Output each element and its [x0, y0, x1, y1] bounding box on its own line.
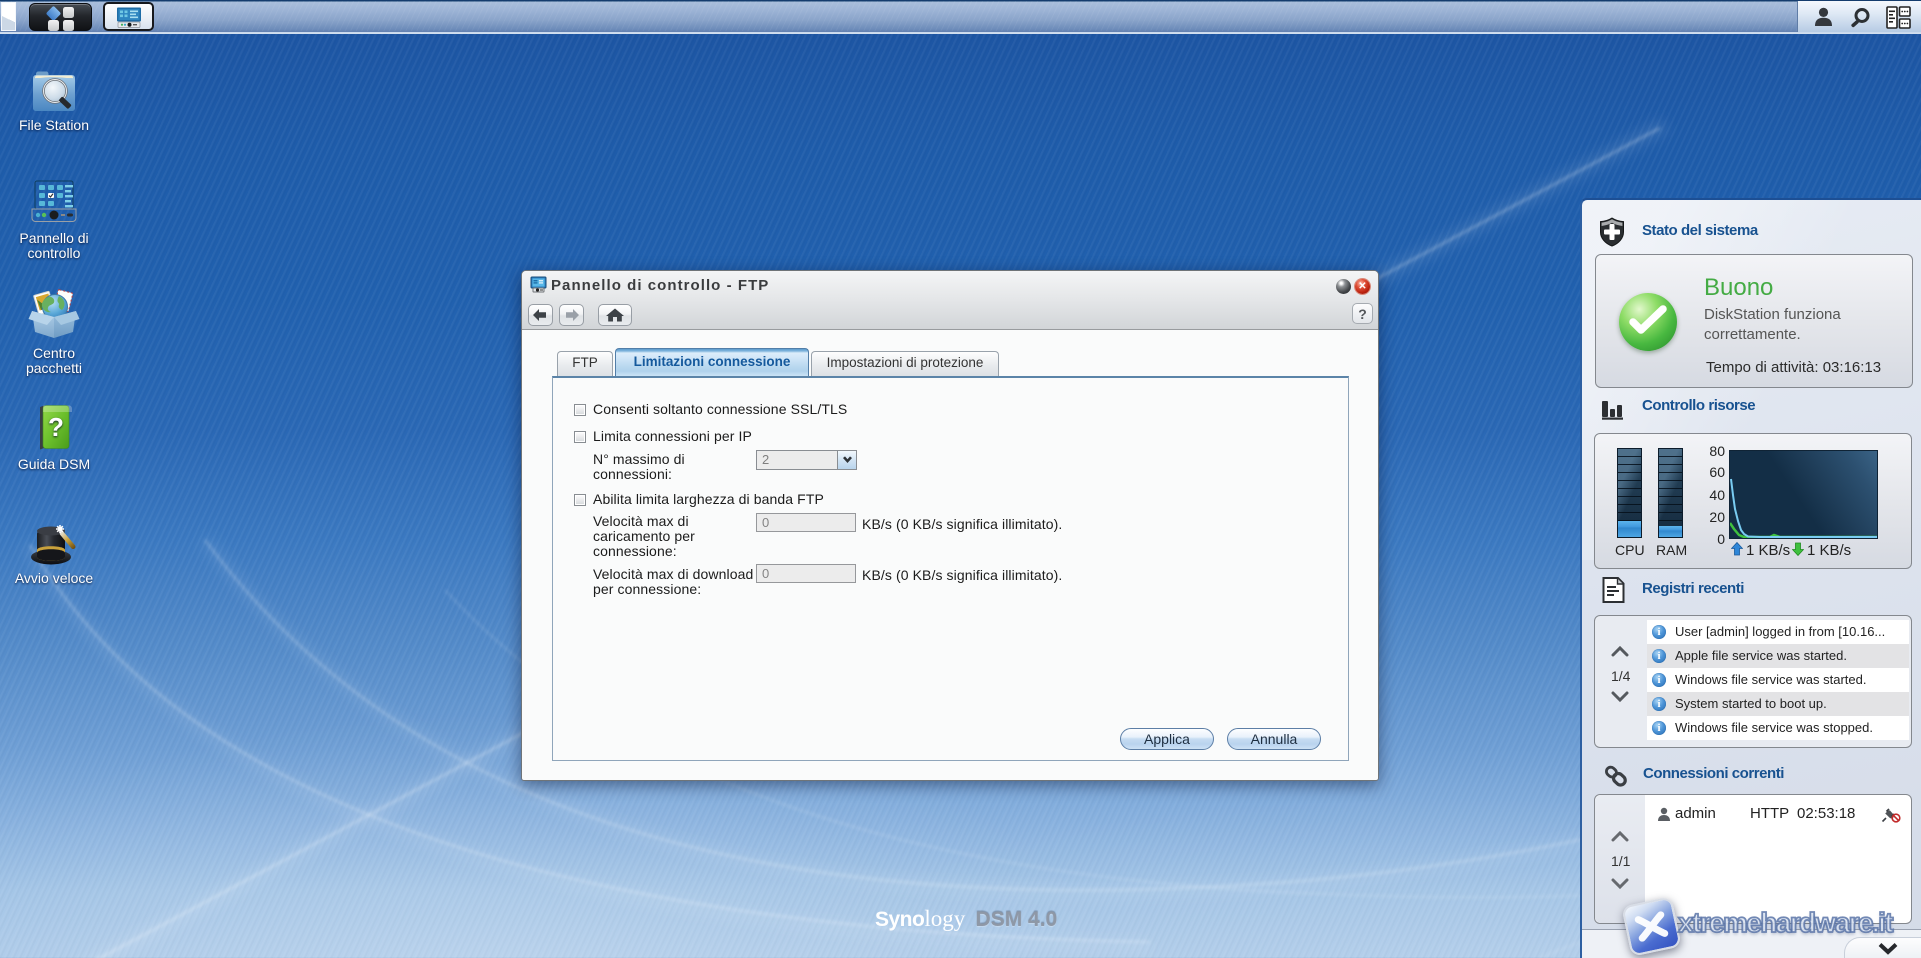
svg-text:?: ? — [48, 412, 64, 442]
